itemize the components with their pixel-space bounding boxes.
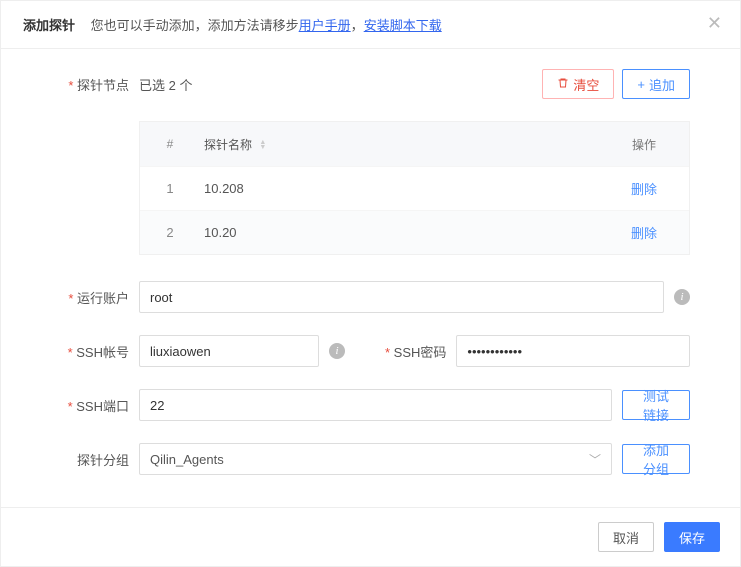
add-probe-dialog: 添加探针 您也可以手动添加，添加方法请移步用户手册，安装脚本下载 ✕ 探针节点 … [0,0,741,567]
add-group-button[interactable]: 添加分组 [622,444,690,474]
probe-node-label: 探针节点 [51,75,129,94]
info-icon[interactable]: i [674,289,690,305]
ssh-port-input[interactable] [139,389,612,421]
clear-button[interactable]: 清空 [542,69,614,99]
info-icon[interactable]: i [329,343,345,359]
row-index: 1 [140,181,200,196]
table-row: 2 10.20 删除 [140,210,689,254]
group-row: 探针分组 Qilin_Agents ﹀ 添加分组 [51,443,690,475]
ssh-port-row: SSH端口 测试链接 [51,389,690,421]
table-row: 1 10.208 删除 [140,166,689,210]
dialog-header: 添加探针 您也可以手动添加，添加方法请移步用户手册，安装脚本下载 ✕ [1,1,740,49]
ssh-credentials-row: SSH帐号 i SSH密码 [51,335,690,367]
dialog-body: 探针节点 已选 2 个 清空 + 追加 [1,49,740,507]
delete-link[interactable]: 删除 [631,226,657,241]
col-name-label: 探针名称 [204,138,252,152]
header-hint: 您也可以手动添加，添加方法请移步 [91,18,299,33]
group-select-value: Qilin_Agents [150,452,224,467]
save-button[interactable]: 保存 [664,522,720,552]
row-name: 10.20 [200,225,599,240]
user-manual-link[interactable]: 用户手册 [299,18,351,33]
cancel-button[interactable]: 取消 [598,522,654,552]
ssh-user-input[interactable] [139,335,319,367]
row-name: 10.208 [200,181,599,196]
probe-node-row: 探针节点 已选 2 个 清空 + 追加 [51,69,690,99]
ssh-pwd-label: SSH密码 [385,342,446,361]
col-index: # [140,137,200,151]
install-script-link[interactable]: 安装脚本下载 [364,18,442,33]
col-name[interactable]: 探针名称 ▲▼ [200,136,599,153]
delete-link[interactable]: 删除 [631,182,657,197]
ssh-user-label: SSH帐号 [51,342,129,361]
append-button-label: 追加 [649,75,675,94]
chevron-down-icon: ﹀ [589,451,601,468]
close-icon[interactable]: ✕ [707,13,722,34]
header-sep: ， [351,18,364,33]
dialog-footer: 取消 保存 [1,507,740,566]
row-index: 2 [140,225,200,240]
trash-icon [557,77,569,92]
col-op: 操作 [599,136,689,153]
group-label: 探针分组 [51,450,129,469]
probe-table: # 探针名称 ▲▼ 操作 1 10.208 删除 2 10.20 删除 [139,121,690,255]
table-header: # 探针名称 ▲▼ 操作 [140,122,689,166]
test-connection-button[interactable]: 测试链接 [622,390,690,420]
append-button[interactable]: + 追加 [622,69,690,99]
sort-icon[interactable]: ▲▼ [259,140,266,150]
group-select[interactable]: Qilin_Agents ﹀ [139,443,612,475]
run-account-label: 运行账户 [51,288,129,307]
dialog-title: 添加探针 [23,18,75,33]
ssh-pwd-input[interactable] [456,335,690,367]
run-account-input[interactable] [139,281,664,313]
ssh-port-label: SSH端口 [51,396,129,415]
plus-icon: + [637,77,645,92]
clear-button-label: 清空 [573,75,599,94]
run-account-row: 运行账户 i [51,281,690,313]
selected-count: 已选 2 个 [139,75,192,94]
